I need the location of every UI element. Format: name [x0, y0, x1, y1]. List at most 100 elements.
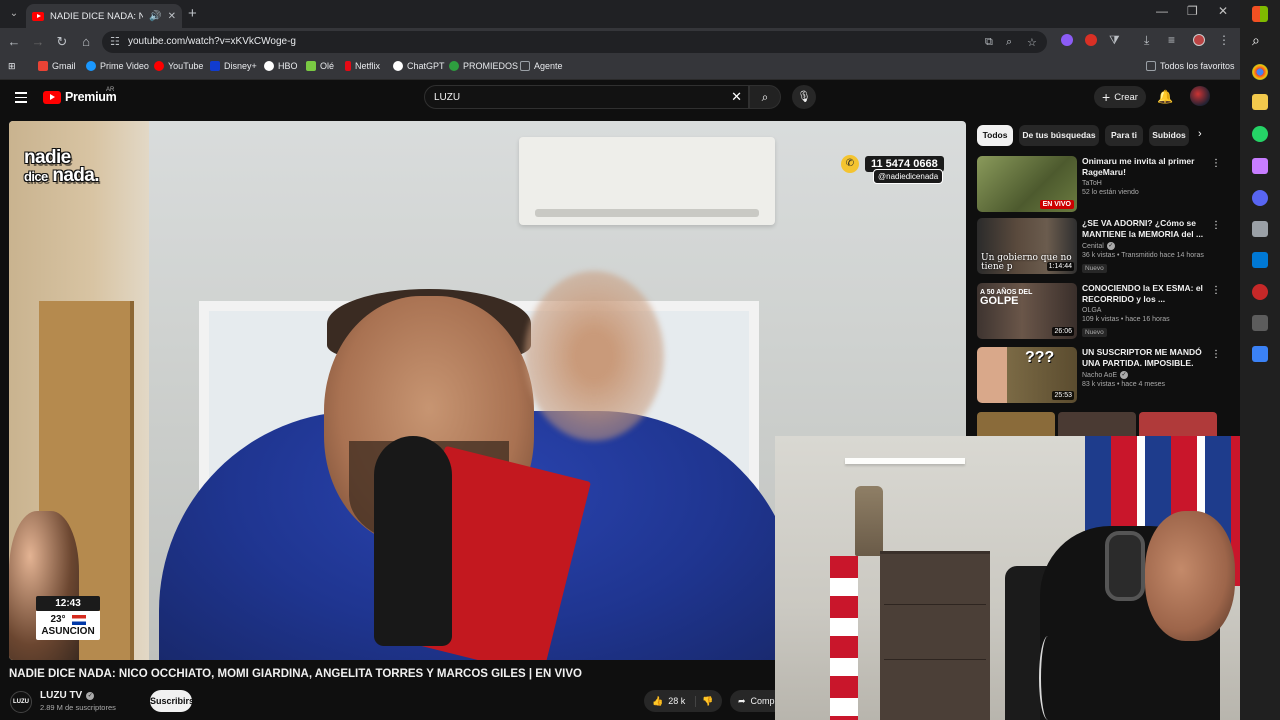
menu-hamburger-icon[interactable]	[15, 92, 27, 106]
search-button[interactable]: ⌕	[749, 85, 781, 109]
search-input[interactable]: LUZU ✕	[424, 85, 749, 109]
video-thumbnail[interactable]: ??? 25:53	[977, 347, 1077, 403]
more-actions-icon[interactable]: ⋮	[1211, 158, 1221, 169]
forward-icon[interactable]: →	[30, 34, 46, 49]
video-thumbnail[interactable]: Un gobierno que no tiene p 1:14:44	[977, 218, 1077, 274]
scene-streamer-face	[1145, 511, 1235, 641]
paraguay-flag-icon	[71, 614, 86, 625]
short-thumbnail[interactable]	[1058, 412, 1136, 436]
prime-video-icon	[86, 61, 96, 71]
chrome-menu-icon[interactable]: ⋮	[1218, 33, 1230, 47]
photos-icon[interactable]	[1252, 158, 1268, 174]
bookmark-prime-video[interactable]: Prime Video	[86, 61, 149, 71]
chip-all[interactable]: Todos	[977, 125, 1013, 146]
youtube-premium-logo[interactable]: Premium AR	[43, 87, 117, 104]
chip-uploaded[interactable]: Subidos	[1149, 125, 1189, 146]
address-bar[interactable]: ☷ youtube.com/watch?v=xKVkCWoge-g ⧉ ⌕ ☆	[102, 31, 1047, 53]
minimize-icon[interactable]: —	[1156, 4, 1168, 18]
close-window-icon[interactable]: ✕	[1218, 4, 1228, 18]
short-thumbnail[interactable]	[977, 412, 1055, 436]
bookmark-youtube[interactable]: YouTube	[154, 61, 203, 71]
chip-for-you[interactable]: Para ti	[1105, 125, 1143, 146]
video-thumbnail[interactable]: A 50 AÑOS DEL GOLPE 26:06	[977, 283, 1077, 339]
apps-grid-icon[interactable]: ⊞	[8, 61, 16, 72]
channel-name[interactable]: TaToH	[1082, 180, 1207, 187]
bookmark-netflix[interactable]: Netflix	[345, 61, 380, 71]
whatsapp-icon[interactable]	[1252, 126, 1268, 142]
video-title[interactable]: CONOCIENDO la EX ESMA: el RECORRIDO y lo…	[1082, 283, 1207, 305]
create-button[interactable]: + Crear	[1094, 86, 1146, 108]
channel-name[interactable]: Nacho AoE	[1082, 372, 1117, 379]
bookmark-gmail[interactable]: Gmail	[38, 61, 76, 71]
bookmark-star-icon[interactable]: ☆	[1027, 36, 1037, 49]
scene-scarf-left	[830, 556, 858, 720]
video-thumbnail[interactable]: EN VIVO	[977, 156, 1077, 212]
all-bookmarks-folder[interactable]: Todos los favoritos	[1146, 61, 1235, 71]
extensions-puzzle-icon[interactable]: ⧩	[1109, 33, 1120, 48]
youtube-icon	[154, 61, 164, 71]
more-actions-icon[interactable]: ⋮	[1211, 220, 1221, 231]
store-icon[interactable]	[1252, 252, 1268, 268]
tab-search-chevron-icon[interactable]: ⌄	[4, 4, 24, 24]
downloads-icon[interactable]: ⤓	[1144, 33, 1149, 48]
recommendation-item[interactable]: EN VIVO Onimaru me invita al primer Rage…	[977, 156, 1222, 214]
bookmark-ole[interactable]: Olé	[306, 61, 334, 71]
steam-icon[interactable]	[1252, 284, 1268, 300]
disney-icon	[210, 61, 220, 71]
extension-purple-icon[interactable]	[1061, 34, 1073, 46]
notifications-bell-icon[interactable]: 🔔	[1157, 89, 1173, 105]
zoom-icon[interactable]: ⌕	[1006, 36, 1012, 49]
short-thumbnail[interactable]	[1139, 412, 1217, 436]
recommendation-item[interactable]: ??? 25:53 UN SUSCRIPTOR ME MANDÓ UNA PAR…	[977, 347, 1222, 405]
discord-icon[interactable]	[1252, 190, 1268, 206]
search-icon[interactable]: ⌕	[1252, 32, 1268, 48]
more-actions-icon[interactable]: ⋮	[1211, 285, 1221, 296]
more-actions-icon[interactable]: ⋮	[1211, 349, 1221, 360]
bookmark-disney[interactable]: Disney+	[210, 61, 257, 71]
bookmark-chatgpt[interactable]: ChatGPT	[393, 61, 445, 71]
windows-logo-icon[interactable]	[1252, 6, 1268, 22]
browser-tab-active[interactable]: NADIE DICE NADA: NICO O 🔊 ✕	[26, 4, 182, 28]
bookmark-agente[interactable]: Agente	[520, 61, 563, 71]
clear-search-icon[interactable]: ✕	[731, 89, 742, 105]
audio-playing-icon[interactable]: 🔊	[149, 11, 161, 22]
channel-name[interactable]: Cenital	[1082, 243, 1104, 250]
channel-name[interactable]: OLGA	[1082, 307, 1207, 314]
bookmark-promiedos[interactable]: PROMIEDOS	[449, 61, 518, 71]
voice-search-icon[interactable]: 🎙	[792, 85, 816, 109]
app-icon[interactable]	[1252, 315, 1268, 331]
video-title[interactable]: Onimaru me invita al primer RageMaru!	[1082, 156, 1207, 178]
profile-avatar-icon[interactable]	[1193, 34, 1205, 46]
new-tab-button[interactable]: +	[188, 5, 197, 22]
chips-next-arrow-icon[interactable]: ›	[1198, 128, 1202, 140]
chip-from-searches[interactable]: De tus búsquedas	[1019, 125, 1099, 146]
install-app-icon[interactable]: ⧉	[985, 36, 993, 49]
reload-icon[interactable]: ↻	[54, 34, 70, 50]
file-explorer-icon[interactable]	[1252, 94, 1268, 110]
calculator-icon[interactable]	[1252, 346, 1268, 362]
site-info-icon[interactable]: ☷	[110, 35, 120, 48]
channel-name[interactable]: LUZU TV	[40, 690, 82, 701]
dislike-button[interactable]: 👎	[696, 696, 713, 707]
restore-icon[interactable]: ❐	[1187, 4, 1198, 18]
chrome-icon[interactable]	[1252, 64, 1268, 80]
close-tab-icon[interactable]: ✕	[168, 11, 176, 22]
account-avatar[interactable]	[1190, 86, 1210, 106]
subscribe-button[interactable]: Suscribirse	[150, 690, 199, 712]
bookmark-hbo[interactable]: HBO	[264, 61, 298, 71]
video-title[interactable]: ¿SE VA ADORNI? ¿Cómo se MANTIENE la MEMO…	[1082, 218, 1207, 240]
bookmark-label: Gmail	[52, 61, 76, 71]
extension-red-icon[interactable]	[1085, 34, 1097, 46]
media-controls-icon[interactable]: ≡	[1168, 33, 1175, 47]
video-title[interactable]: UN SUSCRIPTOR ME MANDÓ UNA PARTIDA. IMPO…	[1082, 347, 1207, 369]
channel-name-row[interactable]: LUZU TV ✓	[40, 690, 95, 701]
home-icon[interactable]: ⌂	[78, 34, 94, 49]
recommendation-item[interactable]: Un gobierno que no tiene p 1:14:44 ¿SE V…	[977, 218, 1222, 276]
app-icon[interactable]	[1252, 221, 1268, 237]
recommendation-item[interactable]: A 50 AÑOS DEL GOLPE 26:06 CONOCIENDO la E…	[977, 283, 1222, 341]
back-icon[interactable]: ←	[6, 34, 22, 49]
shorts-shelf[interactable]	[977, 412, 1222, 436]
like-button[interactable]: 👍 28 k	[644, 695, 696, 707]
channel-avatar[interactable]: LUZU	[10, 691, 32, 713]
city-name: ASUNCION	[36, 626, 100, 640]
